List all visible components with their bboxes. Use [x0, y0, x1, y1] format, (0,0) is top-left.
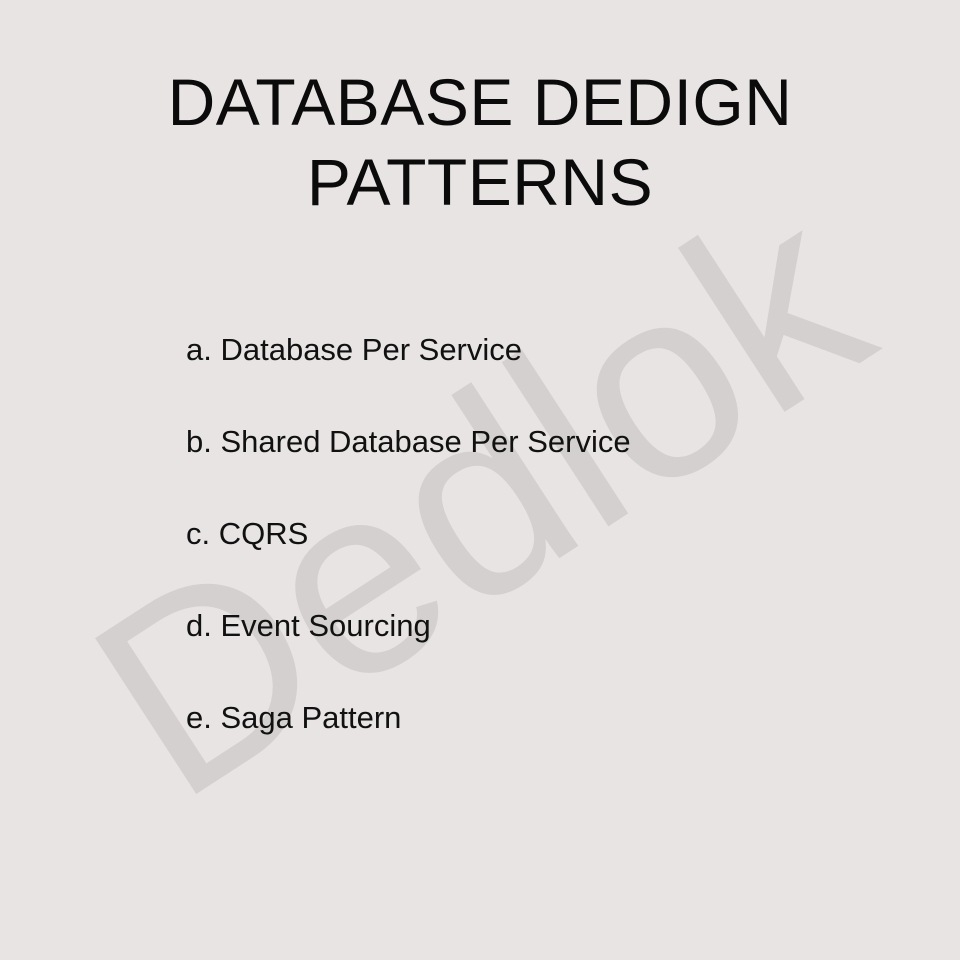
title-line-1: DATABASE DEDIGN — [167, 65, 793, 139]
slide: Dedlok DATABASE DEDIGN PATTERNS a. Datab… — [0, 0, 960, 960]
list-item: e. Saga Pattern — [186, 700, 402, 735]
list-item: c. CQRS — [186, 516, 309, 551]
list-item: a. Database Per Service — [186, 332, 523, 367]
list-item: d. Event Sourcing — [186, 608, 431, 643]
page-title: DATABASE DEDIGN PATTERNS — [0, 62, 960, 222]
title-line-2: PATTERNS — [306, 145, 654, 219]
pattern-list: a. Database Per Service b. Shared Databa… — [186, 327, 631, 787]
list-item: b. Shared Database Per Service — [186, 424, 631, 459]
